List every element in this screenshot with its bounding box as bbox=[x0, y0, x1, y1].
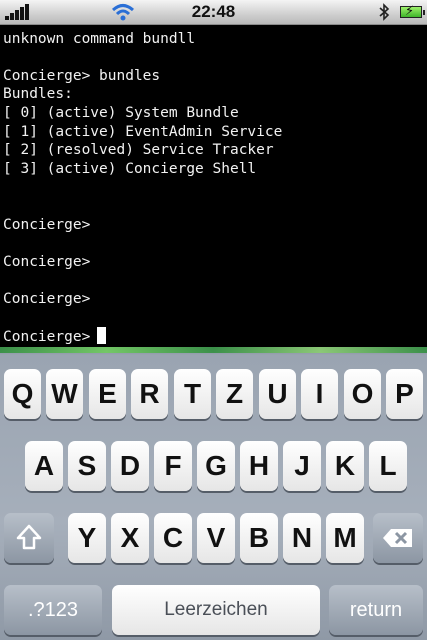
key-f[interactable]: F bbox=[154, 441, 192, 491]
terminal-line: [ 2] (resolved) Service Tracker bbox=[3, 142, 274, 158]
key-o[interactable]: O bbox=[344, 369, 381, 419]
key-r[interactable]: R bbox=[131, 369, 168, 419]
key-n[interactable]: N bbox=[283, 513, 321, 563]
numbers-key[interactable]: .?123 bbox=[4, 585, 102, 635]
terminal-output[interactable]: unknown command bundll Concierge> bundle… bbox=[0, 25, 427, 347]
backspace-icon bbox=[383, 529, 412, 547]
key-d[interactable]: D bbox=[111, 441, 149, 491]
status-time: 22:48 bbox=[191, 2, 236, 21]
shift-arrow-icon bbox=[16, 524, 42, 550]
backspace-key[interactable] bbox=[373, 513, 423, 563]
battery-charging-icon: ⚡ bbox=[400, 4, 425, 19]
terminal-line: [ 3] (active) Concierge Shell bbox=[3, 161, 257, 177]
onscreen-keyboard: Q W E R T Z U I O P A S D F G H J K L Y … bbox=[0, 347, 427, 640]
key-p[interactable]: P bbox=[386, 369, 423, 419]
key-z[interactable]: Z bbox=[216, 369, 253, 419]
terminal-line: Concierge> bbox=[3, 291, 91, 307]
shift-key[interactable] bbox=[4, 513, 54, 563]
key-b[interactable]: B bbox=[240, 513, 278, 563]
terminal-line: Concierge> bbox=[3, 217, 91, 233]
key-h[interactable]: H bbox=[240, 441, 278, 491]
status-bar: 22:48 ⚡ bbox=[0, 0, 427, 25]
terminal-line: Concierge> bundles bbox=[3, 68, 161, 84]
terminal-line: [ 0] (active) System Bundle bbox=[3, 105, 239, 121]
key-t[interactable]: T bbox=[174, 369, 211, 419]
key-q[interactable]: Q bbox=[4, 369, 41, 419]
text-cursor bbox=[97, 327, 107, 344]
key-v[interactable]: V bbox=[197, 513, 235, 563]
space-key[interactable]: Leerzeichen bbox=[112, 585, 320, 635]
key-i[interactable]: I bbox=[301, 369, 338, 419]
bluetooth-icon bbox=[379, 3, 390, 21]
key-u[interactable]: U bbox=[259, 369, 296, 419]
key-j[interactable]: J bbox=[283, 441, 321, 491]
key-g[interactable]: G bbox=[197, 441, 235, 491]
key-y[interactable]: Y bbox=[68, 513, 106, 563]
terminal-line: Bundles: bbox=[3, 86, 73, 102]
key-x[interactable]: X bbox=[111, 513, 149, 563]
key-c[interactable]: C bbox=[154, 513, 192, 563]
terminal-prompt: Concierge> bbox=[3, 329, 91, 345]
terminal-line: unknown command bundll bbox=[3, 31, 196, 47]
key-s[interactable]: S bbox=[68, 441, 106, 491]
key-l[interactable]: L bbox=[369, 441, 407, 491]
terminal-line: Concierge> bbox=[3, 254, 91, 270]
key-a[interactable]: A bbox=[25, 441, 63, 491]
key-e[interactable]: E bbox=[89, 369, 126, 419]
terminal-input-line[interactable]: Concierge> bbox=[3, 327, 107, 346]
return-key[interactable]: return bbox=[329, 585, 423, 635]
key-w[interactable]: W bbox=[46, 369, 83, 419]
key-m[interactable]: M bbox=[326, 513, 364, 563]
terminal-line: [ 1] (active) EventAdmin Service bbox=[3, 124, 283, 140]
key-k[interactable]: K bbox=[326, 441, 364, 491]
